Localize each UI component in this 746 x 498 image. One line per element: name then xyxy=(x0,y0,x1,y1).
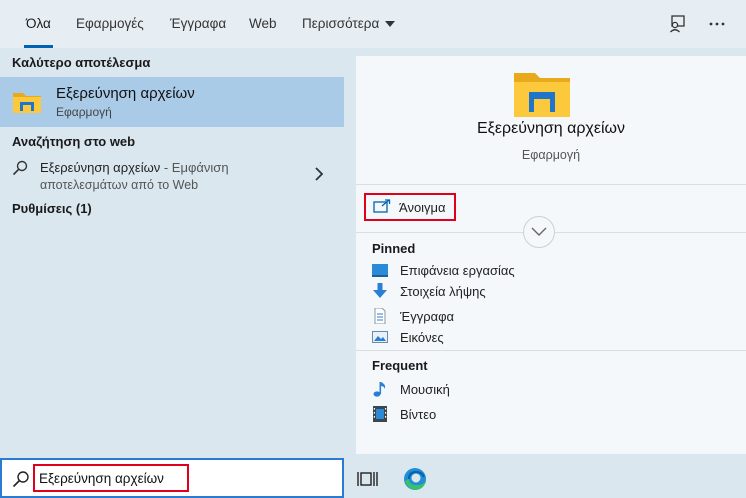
pinned-heading: Pinned xyxy=(372,241,416,256)
preview-panel: Εξερεύνηση αρχείων Εφαρμογή Άνοιγμα Pinn… xyxy=(356,56,746,454)
pinned-item-label: Έγγραφα xyxy=(400,309,455,324)
frequent-item-label: Μουσική xyxy=(400,382,450,397)
music-icon xyxy=(373,382,386,397)
settings-heading[interactable]: Ρυθμίσεις (1) xyxy=(12,201,92,216)
taskbar-search-box[interactable] xyxy=(0,458,344,498)
caret-down-icon xyxy=(385,21,396,28)
open-button[interactable]: Άνοιγμα xyxy=(364,193,456,221)
search-input-frame xyxy=(33,464,189,492)
chevron-right-icon xyxy=(315,167,324,181)
pictures-icon xyxy=(372,331,388,343)
divider xyxy=(356,350,746,351)
more-options-icon[interactable] xyxy=(707,14,727,34)
frequent-heading: Frequent xyxy=(372,358,428,373)
pinned-item-desktop[interactable]: Επιφάνεια εργασίας xyxy=(372,262,672,282)
web-search-result[interactable]: Εξερεύνηση αρχείων - Εμφάνιση αποτελεσμά… xyxy=(0,154,344,200)
pinned-item-pictures[interactable]: Εικόνες xyxy=(372,329,672,349)
pinned-item-downloads[interactable]: Στοιχεία λήψης xyxy=(372,283,672,303)
app-type: Εφαρμογή xyxy=(521,148,581,162)
frequent-item-videos[interactable]: Βίντεο xyxy=(372,406,672,426)
search-icon xyxy=(12,160,28,176)
open-window-icon xyxy=(373,199,391,213)
folder-icon xyxy=(13,93,41,113)
frequent-item-music[interactable]: Μουσική xyxy=(372,381,672,401)
web-search-heading: Αναζήτηση στο web xyxy=(12,134,136,149)
tab-more[interactable]: Περισσότερα xyxy=(302,0,396,48)
tab-all[interactable]: Όλα xyxy=(24,0,53,48)
search-input[interactable] xyxy=(39,469,185,487)
web-result-query: Εξερεύνηση αρχείων xyxy=(40,160,161,175)
downloads-icon xyxy=(373,283,387,298)
web-result-line1: Εξερεύνηση αρχείων - Εμφάνιση xyxy=(40,160,229,175)
best-match-heading: Καλύτερο αποτέλεσμα xyxy=(12,55,151,70)
best-match-result[interactable]: Εξερεύνηση αρχείων Εφαρμογή xyxy=(0,77,344,127)
documents-icon xyxy=(374,308,386,324)
frequent-item-label: Βίντεο xyxy=(400,407,437,422)
search-icon xyxy=(12,471,29,488)
videos-icon xyxy=(373,406,387,422)
web-result-line2: αποτελεσμάτων από το Web xyxy=(40,178,199,192)
chevron-down-icon xyxy=(531,227,547,236)
app-name: Εξερεύνηση αρχείων xyxy=(477,120,625,137)
best-match-subtitle: Εφαρμογή xyxy=(56,105,112,119)
pinned-item-label: Εικόνες xyxy=(400,330,444,345)
tab-web[interactable]: Web xyxy=(249,0,277,48)
divider xyxy=(356,184,746,185)
desktop-icon xyxy=(372,264,388,277)
open-label: Άνοιγμα xyxy=(399,200,446,215)
results-panel: Καλύτερο αποτέλεσμα Εξερεύνηση αρχείων Ε… xyxy=(0,48,344,458)
edge-icon[interactable] xyxy=(403,467,427,491)
web-result-suffix: - Εμφάνιση xyxy=(160,160,229,175)
feedback-icon[interactable] xyxy=(667,14,687,34)
tab-documents[interactable]: Έγγραφα xyxy=(170,0,226,48)
expand-button[interactable] xyxy=(523,216,555,248)
pinned-item-label: Στοιχεία λήψης xyxy=(400,284,486,299)
tab-more-label: Περισσότερα xyxy=(302,16,380,31)
best-match-title: Εξερεύνηση αρχείων xyxy=(56,85,195,102)
folder-icon xyxy=(514,73,570,117)
pinned-item-label: Επιφάνεια εργασίας xyxy=(400,263,515,278)
search-filter-bar: Όλα Εφαρμογές Έγγραφα Web Περισσότερα xyxy=(0,0,746,48)
taskbar xyxy=(0,458,746,498)
tab-apps[interactable]: Εφαρμογές xyxy=(76,0,144,48)
task-view-icon[interactable] xyxy=(357,468,379,490)
pinned-item-documents[interactable]: Έγγραφα xyxy=(372,308,672,328)
